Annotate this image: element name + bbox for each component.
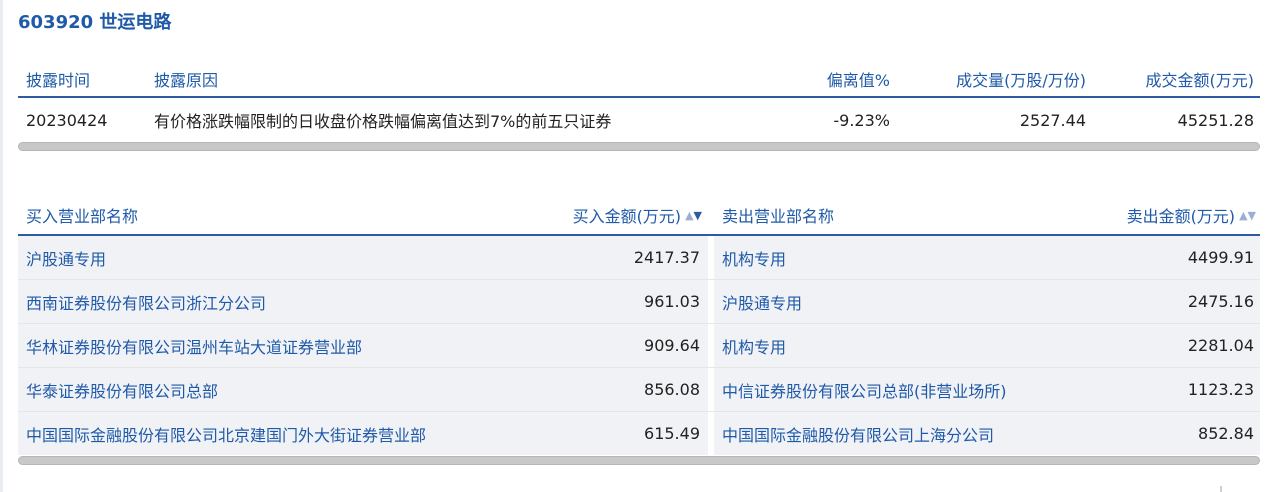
table-row: 沪股通专用 2417.37 机构专用 4499.91: [18, 236, 1260, 280]
header-disclosure-reason: 披露原因: [154, 71, 219, 90]
amount-value: 45251.28: [1177, 110, 1254, 130]
sell-amount: 2281.04: [1187, 336, 1254, 355]
buy-branch-link[interactable]: 中国国际金融股份有限公司北京建国门外大街证券营业部: [26, 412, 586, 455]
table-row: 华林证券股份有限公司温州车站大道证券营业部 909.64 机构专用 2281.0…: [18, 324, 1260, 368]
summary-scrollbar[interactable]: [18, 142, 1260, 151]
header-sell-amount-label: 卖出金额(万元): [1126, 207, 1236, 226]
sell-branch-link[interactable]: 机构专用: [722, 236, 1142, 279]
header-volume: 成交量(万股/万份): [956, 71, 1086, 90]
sell-amount: 4499.91: [1187, 248, 1254, 267]
summary-header: 披露时间 披露原因 偏离值% 成交量(万股/万份) 成交金额(万元): [18, 62, 1260, 98]
table-row: 西南证券股份有限公司浙江分公司 961.03 沪股通专用 2475.16: [18, 280, 1260, 324]
detail-scrollbar[interactable]: [18, 456, 1260, 465]
disclosure-reason: 有价格涨跌幅限制的日收盘价格跌幅偏离值达到7%的前五只证券: [154, 112, 612, 131]
divider: [1220, 486, 1222, 492]
sell-branch-link[interactable]: 沪股通专用: [722, 280, 1142, 323]
sell-amount: 2475.16: [1187, 292, 1254, 311]
detail-table-body: 沪股通专用 2417.37 机构专用 4499.91 西南证券股份有限公司浙江分…: [18, 236, 1260, 455]
buy-branch-link[interactable]: 华泰证券股份有限公司总部: [26, 368, 586, 411]
header-disclosure-date: 披露时间: [26, 71, 91, 90]
sell-branch-link[interactable]: 中信证券股份有限公司总部(非营业场所): [722, 368, 1142, 411]
deviation-value: -9.23%: [833, 110, 890, 130]
header-deviation: 偏离值%: [826, 71, 890, 90]
header-amount: 成交金额(万元): [1145, 71, 1255, 90]
sell-branch-link[interactable]: 机构专用: [722, 324, 1142, 367]
summary-row: 20230424 有价格涨跌幅限制的日收盘价格跌幅偏离值达到7%的前五只证券 -…: [18, 98, 1260, 142]
buy-branch-link[interactable]: 沪股通专用: [26, 236, 586, 279]
sell-amount: 1123.23: [1187, 380, 1254, 399]
volume-value: 2527.44: [1019, 110, 1086, 130]
disclosure-date: 20230424: [26, 110, 108, 130]
detail-header: 买入营业部名称 买入金额(万元) ▲▼ 卖出营业部名称 卖出金额(万元) ▲▼: [18, 196, 1260, 236]
buy-amount: 909.64: [644, 336, 700, 355]
buy-branch-link[interactable]: 西南证券股份有限公司浙江分公司: [26, 280, 586, 323]
stock-title[interactable]: 603920 世运电路: [18, 8, 171, 38]
buy-amount: 856.08: [644, 380, 700, 399]
header-buy-name: 买入营业部名称: [26, 207, 139, 226]
left-border: [0, 0, 3, 492]
sort-icon[interactable]: ▲▼: [1239, 209, 1256, 222]
header-buy-amount[interactable]: 买入金额(万元) ▲▼: [418, 196, 702, 234]
buy-amount: 2417.37: [633, 248, 700, 267]
sell-amount: 852.84: [1198, 424, 1254, 443]
table-row: 中国国际金融股份有限公司北京建国门外大街证券营业部 615.49 中国国际金融股…: [18, 412, 1260, 455]
header-sell-name: 卖出营业部名称: [722, 207, 835, 226]
buy-branch-link[interactable]: 华林证券股份有限公司温州车站大道证券营业部: [26, 324, 586, 367]
sell-branch-link[interactable]: 中国国际金融股份有限公司上海分公司: [722, 412, 1142, 455]
header-buy-amount-label: 买入金额(万元): [572, 207, 682, 226]
table-row: 华泰证券股份有限公司总部 856.08 中信证券股份有限公司总部(非营业场所) …: [18, 368, 1260, 412]
buy-amount: 961.03: [644, 292, 700, 311]
header-sell-amount[interactable]: 卖出金额(万元) ▲▼: [1018, 196, 1256, 234]
buy-amount: 615.49: [644, 424, 700, 443]
sort-icon[interactable]: ▲▼: [685, 209, 702, 222]
